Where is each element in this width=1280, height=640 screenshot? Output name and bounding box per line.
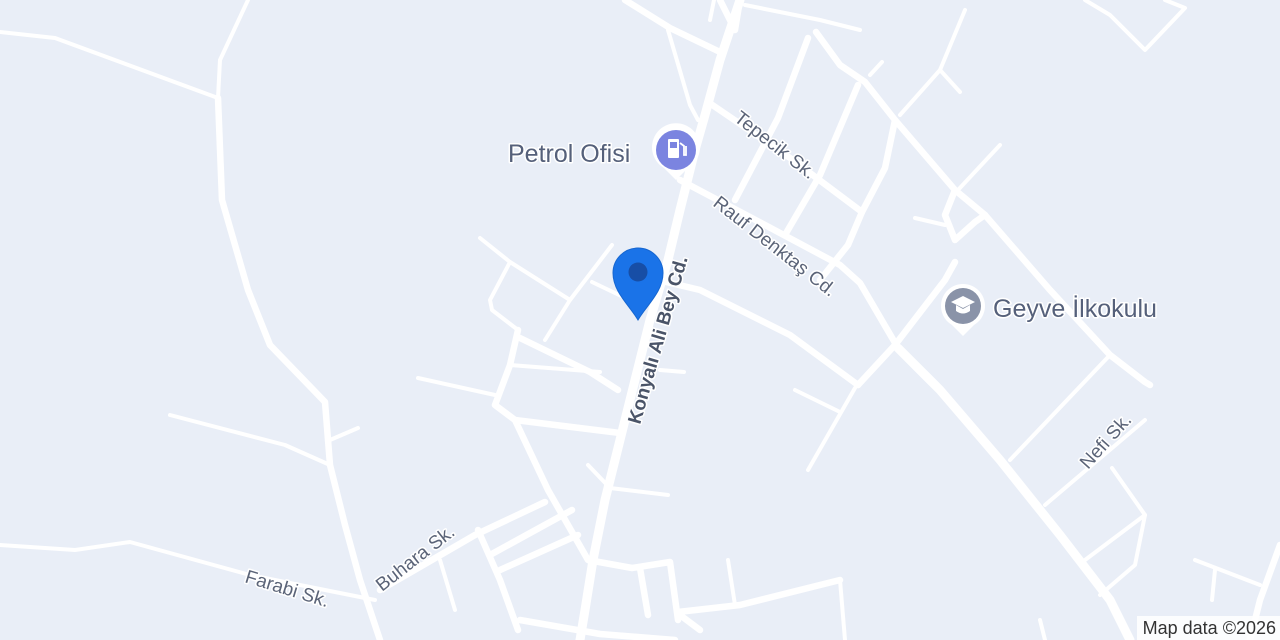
poi-label-petrol-ofisi: Petrol Ofisi [508,140,630,168]
label-layer: Konyalı Ali Bey Cd. Rauf Denktaş Cd. Tep… [241,106,1158,614]
street-label-nefi: Nefi Sk. [1076,410,1136,473]
map-attribution: Map data ©2026 [1136,616,1280,640]
school-icon [941,283,985,336]
street-label-buhara: Buhara Sk. [372,522,459,596]
poi-label-geyve-ilkokulu: Geyve İlkokulu [993,294,1157,323]
gas-station-icon [652,123,701,180]
street-label-rauf-denktas: Rauf Denktaş Cd. [709,192,840,301]
map-canvas[interactable]: Konyalı Ali Bey Cd. Rauf Denktaş Cd. Tep… [0,0,1280,640]
street-label-tepecik: Tepecik Sk. [730,107,819,183]
street-label-farabi: Farabi Sk. [243,567,332,612]
poi-petrol-ofisi[interactable]: Petrol Ofisi [507,123,701,180]
location-pin-icon[interactable] [612,247,664,322]
poi-geyve-ilkokulu[interactable]: Geyve İlkokulu [941,283,1158,336]
